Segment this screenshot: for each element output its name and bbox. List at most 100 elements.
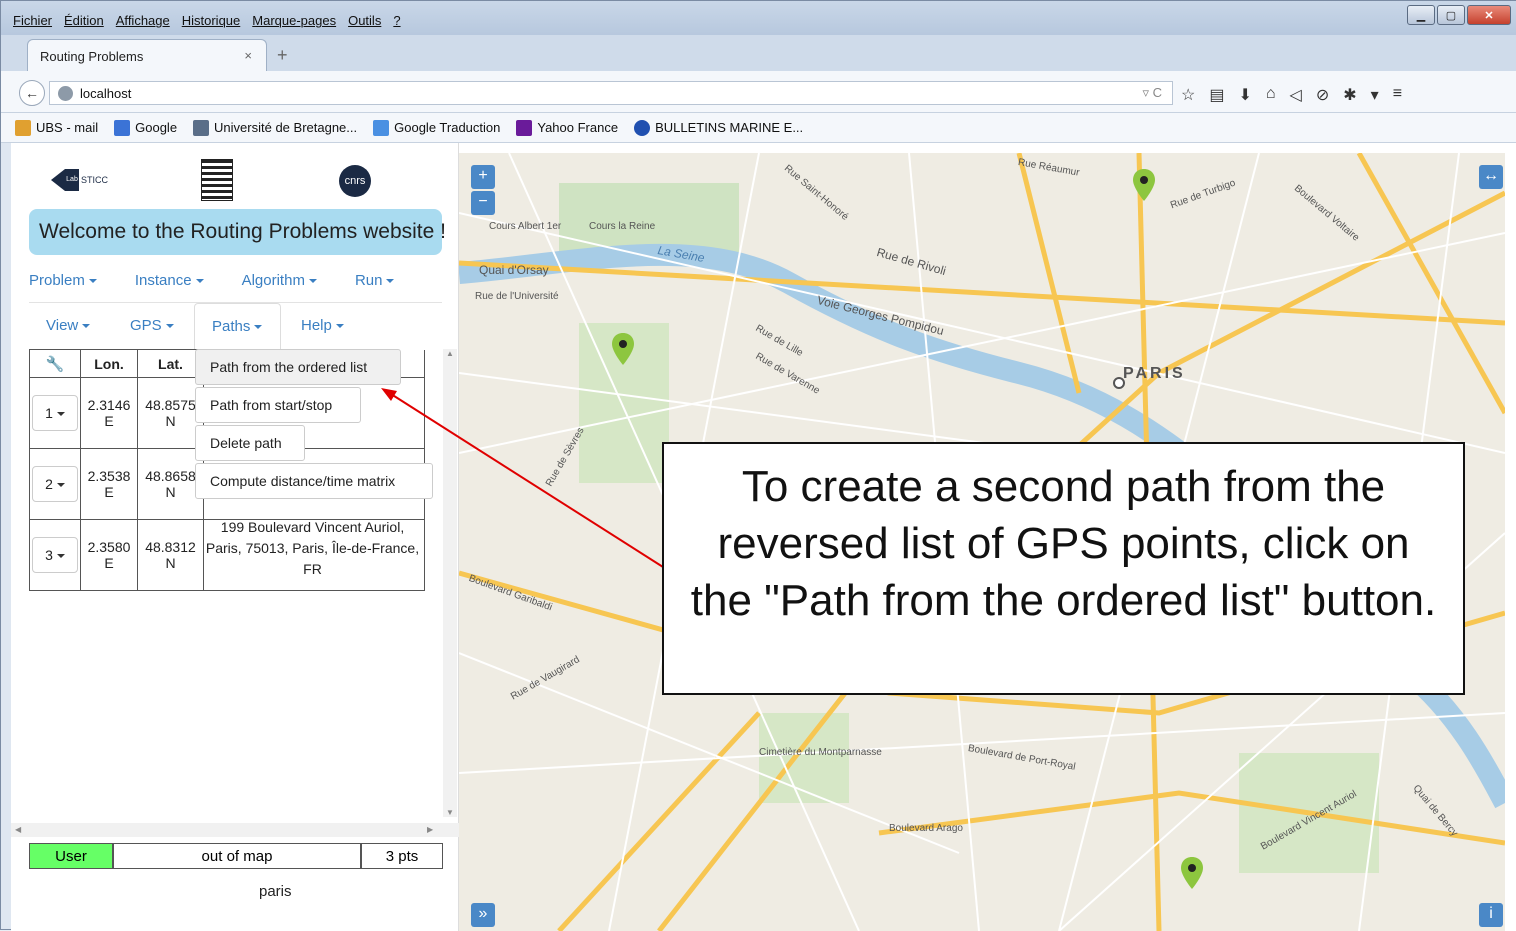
nav-row-1: Problem Instance Algorithm Run: [29, 263, 442, 303]
marine-icon: [634, 119, 651, 136]
bookmark-label: BULLETINS MARINE E...: [655, 120, 804, 135]
info-icon[interactable]: i: [1479, 903, 1503, 927]
menu-help[interactable]: ?: [387, 13, 406, 33]
row-3-button[interactable]: 3: [32, 537, 78, 573]
menu-marque-pages[interactable]: Marque-pages: [246, 13, 342, 33]
header-lon: Lon.: [80, 349, 138, 378]
google-icon: [114, 119, 131, 136]
reload-icon[interactable]: ▿ C: [1142, 85, 1162, 101]
paths-dropdown-menu: Path from the ordered list Path from sta…: [195, 349, 433, 507]
close-tab-icon[interactable]: ×: [244, 48, 252, 63]
logos-row: Lab STICC cnrs: [51, 159, 411, 203]
row-3-address: 199 Boulevard Vincent Auriol, Paris, 750…: [205, 519, 420, 577]
status-row: User out of map 3 pts: [29, 843, 443, 869]
menu-historique[interactable]: Historique: [176, 13, 247, 33]
yahoo-icon: [516, 119, 533, 136]
bookmark-ubs-mail[interactable]: UBS - mail: [15, 119, 99, 136]
expand-panel-icon[interactable]: »: [471, 903, 495, 927]
maximize-icon[interactable]: ▢: [1437, 5, 1465, 25]
status-count: 3 pts: [361, 843, 443, 869]
close-window-icon[interactable]: ✕: [1467, 5, 1511, 25]
gps-pin-icon[interactable]: [1181, 857, 1203, 889]
menu-edition[interactable]: Édition: [58, 13, 110, 33]
expand-icon[interactable]: ↔: [1479, 165, 1503, 189]
tab-title: Routing Problems: [40, 49, 144, 64]
lab-sticc-logo: Lab STICC: [51, 169, 111, 191]
vertical-scrollbar[interactable]: ▲ ▼: [443, 349, 457, 817]
browser-window: Fichier Édition Affichage Historique Mar…: [0, 0, 1516, 931]
header-lat: Lat.: [137, 349, 204, 378]
url-bar[interactable]: localhost ▿ C: [49, 81, 1173, 105]
bookmark-universite[interactable]: Université de Bretagne...: [193, 119, 358, 136]
menu-delete-path[interactable]: Delete path: [195, 425, 305, 461]
nav-paths[interactable]: Paths: [194, 303, 281, 349]
university-icon: [193, 119, 210, 136]
menu-fichier[interactable]: Fichier: [7, 13, 58, 33]
bookmark-label: Université de Bretagne...: [214, 120, 358, 135]
menu-affichage[interactable]: Affichage: [110, 13, 176, 33]
nav-algorithm[interactable]: Algorithm: [242, 263, 317, 302]
dropdown-icon[interactable]: ▾: [1371, 85, 1379, 105]
star-icon[interactable]: ☆: [1181, 85, 1195, 105]
street-label: Cimetière du Montparnasse: [759, 747, 882, 758]
bookmark-label: UBS - mail: [36, 120, 99, 135]
bookmark-bulletins-marine[interactable]: BULLETINS MARINE E...: [634, 119, 804, 136]
horizontal-scrollbar[interactable]: ◀ ▶: [11, 823, 459, 837]
zoom-out-button[interactable]: −: [471, 191, 495, 215]
download-icon[interactable]: ⬇: [1238, 85, 1251, 105]
row-1-button[interactable]: 1: [32, 395, 78, 431]
nav-help[interactable]: Help: [301, 317, 344, 334]
hamburger-menu-icon[interactable]: ≡: [1393, 85, 1402, 105]
nav-gps[interactable]: GPS: [130, 317, 174, 334]
gps-pin-icon[interactable]: [1133, 169, 1155, 201]
home-icon[interactable]: ⌂: [1266, 85, 1276, 105]
bookmark-label: Google: [135, 120, 178, 135]
street-label: Rue de l'Université: [475, 291, 559, 302]
lat-cell: 48.8312 N: [137, 519, 204, 591]
window-controls: ▁ ▢ ✕: [1407, 5, 1511, 25]
toolbar-icons: ☆ ▤ ⬇ ⌂ ◁ ⊘ ✱ ▾ ≡: [1181, 85, 1402, 105]
bookmark-google-traduction[interactable]: Google Traduction: [373, 119, 500, 136]
menu-outils[interactable]: Outils: [342, 13, 387, 33]
new-tab-icon[interactable]: +: [277, 45, 288, 66]
tab-routing-problems[interactable]: Routing Problems ×: [27, 39, 267, 71]
bookmark-yahoo[interactable]: Yahoo France: [516, 119, 619, 136]
cnrs-logo: cnrs: [339, 165, 371, 197]
bookmarks-bar: UBS - mail Google Université de Bretagne…: [1, 113, 1516, 143]
zoom-in-button[interactable]: +: [471, 165, 495, 189]
extension-icon[interactable]: ✱: [1343, 85, 1356, 105]
reading-list-icon[interactable]: ▤: [1209, 85, 1224, 105]
street-label: Quai d'Orsay: [479, 263, 549, 277]
welcome-banner: Welcome to the Routing Problems website …: [29, 209, 446, 255]
send-icon[interactable]: ◁: [1290, 85, 1302, 105]
lon-cell: 2.3580 E: [80, 519, 138, 591]
bookmark-label: Yahoo France: [537, 120, 619, 135]
menu-path-from-start-stop[interactable]: Path from start/stop: [195, 387, 361, 423]
nav-instance[interactable]: Instance: [135, 263, 204, 302]
tutorial-callout: To create a second path from the reverse…: [662, 442, 1465, 695]
gps-pin-icon[interactable]: [612, 333, 634, 365]
addon-icon[interactable]: ⊘: [1316, 85, 1329, 105]
translate-icon: [373, 119, 390, 136]
status-mode: User: [29, 843, 113, 869]
lon-cell: 2.3538 E: [80, 448, 138, 520]
tab-strip: Routing Problems × +: [1, 35, 1516, 71]
nav-problem[interactable]: Problem: [29, 263, 97, 302]
city-name: paris: [259, 883, 292, 900]
wrench-icon[interactable]: 🔧: [29, 349, 81, 378]
paris-map-label: PARIS: [1123, 365, 1186, 382]
nav-bar: ← localhost ▿ C ☆ ▤ ⬇ ⌂ ◁ ⊘ ✱ ▾ ≡: [1, 71, 1516, 113]
row-2-button[interactable]: 2: [32, 466, 78, 502]
street-label: Cours la Reine: [589, 221, 656, 232]
back-icon[interactable]: ←: [19, 80, 45, 106]
bookmark-google[interactable]: Google: [114, 119, 178, 136]
menu-path-from-ordered-list[interactable]: Path from the ordered list: [195, 349, 401, 385]
menu-compute-matrix[interactable]: Compute distance/time matrix: [195, 463, 433, 499]
street-label: Boulevard Arago: [889, 823, 963, 834]
title-bar: Fichier Édition Affichage Historique Mar…: [1, 1, 1516, 35]
lat-cell: 48.8658 N: [137, 448, 204, 520]
menu-bar: Fichier Édition Affichage Historique Mar…: [7, 13, 407, 33]
nav-run[interactable]: Run: [355, 263, 395, 302]
minimize-icon[interactable]: ▁: [1407, 5, 1435, 25]
nav-view[interactable]: View: [46, 317, 91, 334]
